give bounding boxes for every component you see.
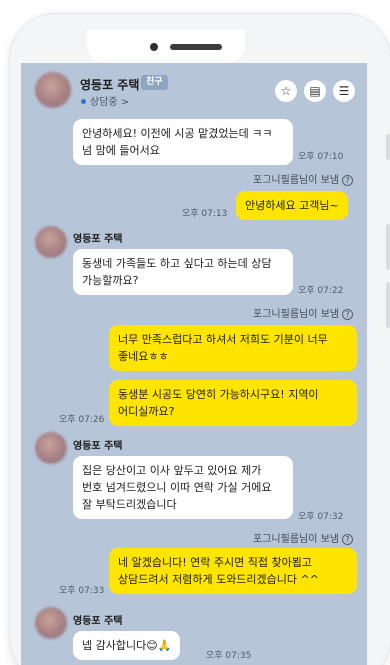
sent-by-text: 포그니필름님이 보냄 (253, 175, 339, 186)
avatar[interactable] (35, 226, 67, 258)
avatar[interactable] (35, 72, 71, 108)
message-bubble[interactable]: 동생분 시공도 당연히 가능하시구요! 지역이 어디실까요? (109, 380, 357, 426)
phone-side-button (386, 224, 390, 270)
message-time: 오후 07:10 (298, 152, 344, 162)
sent-by-label: 포그니필름님이 보냄? (253, 171, 353, 186)
message-bubble[interactable]: 안녕하세요! 이전에 시공 맡겼었는데 ㅋㅋ 넘 맘에 들어서요 (73, 119, 293, 165)
message-bubble[interactable]: 집은 당산이고 이사 앞두고 있어요 제가 번호 넘겨드렸으니 이따 연락 가실… (73, 456, 293, 519)
phone-side-button (386, 282, 390, 328)
message-time: 오후 07:35 (206, 651, 252, 661)
document-icon[interactable]: ▤ (304, 80, 326, 102)
message-bubble[interactable]: 넵 감사합니다😊🙏 (73, 631, 181, 660)
menu-icon[interactable]: ☰ (333, 80, 355, 102)
message-time: 오후 07:26 (59, 415, 105, 425)
phone-side-button (386, 134, 390, 160)
sender-name: 영등포 주택 (73, 441, 123, 452)
help-icon[interactable]: ? (342, 175, 353, 186)
message-bubble[interactable]: 동생네 가족들도 하고 싶다고 하는데 상담 가능할까요? (73, 249, 293, 295)
message-bubble[interactable]: 네 알겠습니다! 연락 주시면 직접 찾아뵙고 상담드려서 저렴하게 도와드리겠… (109, 548, 357, 594)
message-time: 오후 07:33 (59, 586, 105, 596)
speaker-grille (170, 44, 222, 50)
sent-by-text: 포그니필름님이 보냄 (253, 309, 339, 320)
consult-status[interactable]: 상담중 > (81, 93, 129, 108)
message-bubble[interactable]: 너무 만족스럽다고 하셔서 저희도 기분이 너무 좋네요ㅎㅎ (109, 325, 357, 371)
chat-title: 영등포 주택 (80, 78, 140, 92)
message-bubble[interactable]: 안녕하세요 고객님~ (236, 191, 348, 220)
message-time: 오후 07:13 (182, 209, 228, 219)
sent-by-label: 포그니필름님이 보냄? (253, 530, 353, 545)
status-dot-icon (81, 99, 86, 104)
avatar[interactable] (35, 607, 67, 639)
chat-header: 영등포 주택 친구 상담중 > ☆ ▤ ☰ (21, 63, 367, 113)
sent-by-text: 포그니필름님이 보냄 (253, 534, 339, 545)
star-icon[interactable]: ☆ (275, 80, 297, 102)
sent-by-label: 포그니필름님이 보냄? (253, 305, 353, 320)
friend-badge: 친구 (141, 75, 168, 90)
camera-icon (150, 43, 158, 51)
status-label: 상담중 > (90, 97, 130, 108)
sender-name: 영등포 주택 (73, 616, 123, 627)
message-time: 오후 07:32 (298, 512, 344, 522)
sender-name: 영등포 주택 (73, 234, 123, 245)
help-icon[interactable]: ? (342, 309, 353, 320)
chat-screen: 영등포 주택 친구 상담중 > ☆ ▤ ☰ 안녕하세요! 이전에 시공 맡겼었는… (21, 63, 367, 665)
avatar[interactable] (35, 432, 67, 464)
message-time: 오후 07:22 (298, 286, 344, 296)
help-icon[interactable]: ? (342, 534, 353, 545)
